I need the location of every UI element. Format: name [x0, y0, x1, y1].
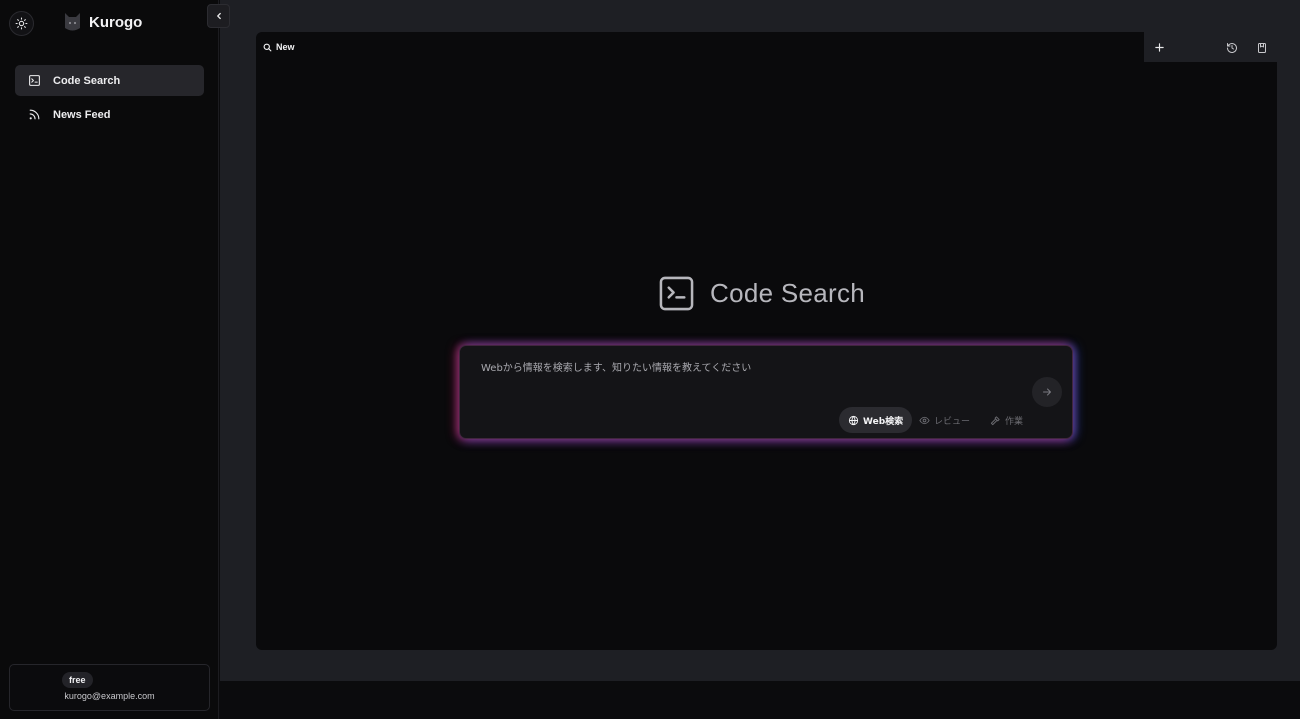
new-tab-button[interactable]	[1152, 40, 1167, 55]
account-email: kurogo@example.com	[64, 691, 155, 701]
tab-label: New	[276, 42, 295, 52]
mode-web-search-button[interactable]: Web検索	[839, 407, 913, 433]
tab-new[interactable]: New	[256, 32, 1144, 62]
history-button[interactable]	[1224, 40, 1239, 55]
sidebar-item-label: News Feed	[53, 108, 111, 121]
search-input[interactable]	[481, 359, 1021, 377]
mode-label: Web検索	[863, 416, 904, 427]
sidebar: Kurogo Code Search News Feed free kurogo…	[0, 0, 219, 719]
hammer-icon	[990, 415, 1000, 425]
cat-logo-icon	[65, 13, 80, 31]
eye-icon	[919, 416, 930, 424]
terminal-icon	[27, 74, 41, 88]
mode-work-button[interactable]: 作業	[981, 407, 1032, 433]
rss-icon	[27, 108, 41, 122]
page-heading: Code Search	[659, 276, 865, 311]
mode-review-button[interactable]: レビュー	[910, 407, 979, 433]
sidebar-nav: Code Search News Feed	[15, 65, 204, 133]
search-icon	[263, 43, 272, 51]
collapse-sidebar-button[interactable]	[207, 4, 230, 28]
bookmark-icon	[1257, 42, 1266, 53]
prompt-box: Web検索 レビュー 作業	[459, 345, 1073, 439]
sidebar-item-code-search[interactable]: Code Search	[15, 65, 204, 96]
sun-icon	[15, 17, 28, 30]
globe-icon	[848, 415, 859, 425]
sidebar-item-news-feed[interactable]: News Feed	[15, 99, 204, 130]
app-name: Kurogo	[89, 14, 143, 31]
account-card[interactable]: free kurogo@example.com	[9, 664, 210, 711]
plan-badge: free	[62, 672, 93, 688]
app-logo[interactable]: Kurogo	[64, 13, 142, 32]
theme-toggle-button[interactable]	[9, 11, 34, 36]
terminal-icon	[659, 276, 694, 311]
chevron-left-icon	[216, 12, 221, 20]
main-panel	[256, 32, 1277, 650]
sidebar-item-label: Code Search	[53, 74, 121, 87]
mode-label: レビュー	[934, 416, 971, 427]
history-icon	[1226, 42, 1237, 53]
plus-icon	[1155, 43, 1164, 52]
bottom-bar	[220, 681, 1300, 719]
arrow-right-icon	[1043, 388, 1051, 396]
bookmark-button[interactable]	[1254, 40, 1269, 55]
send-button[interactable]	[1032, 377, 1062, 407]
page-title: Code Search	[710, 278, 866, 308]
mode-label: 作業	[1005, 416, 1024, 427]
toolbar	[1144, 32, 1277, 62]
